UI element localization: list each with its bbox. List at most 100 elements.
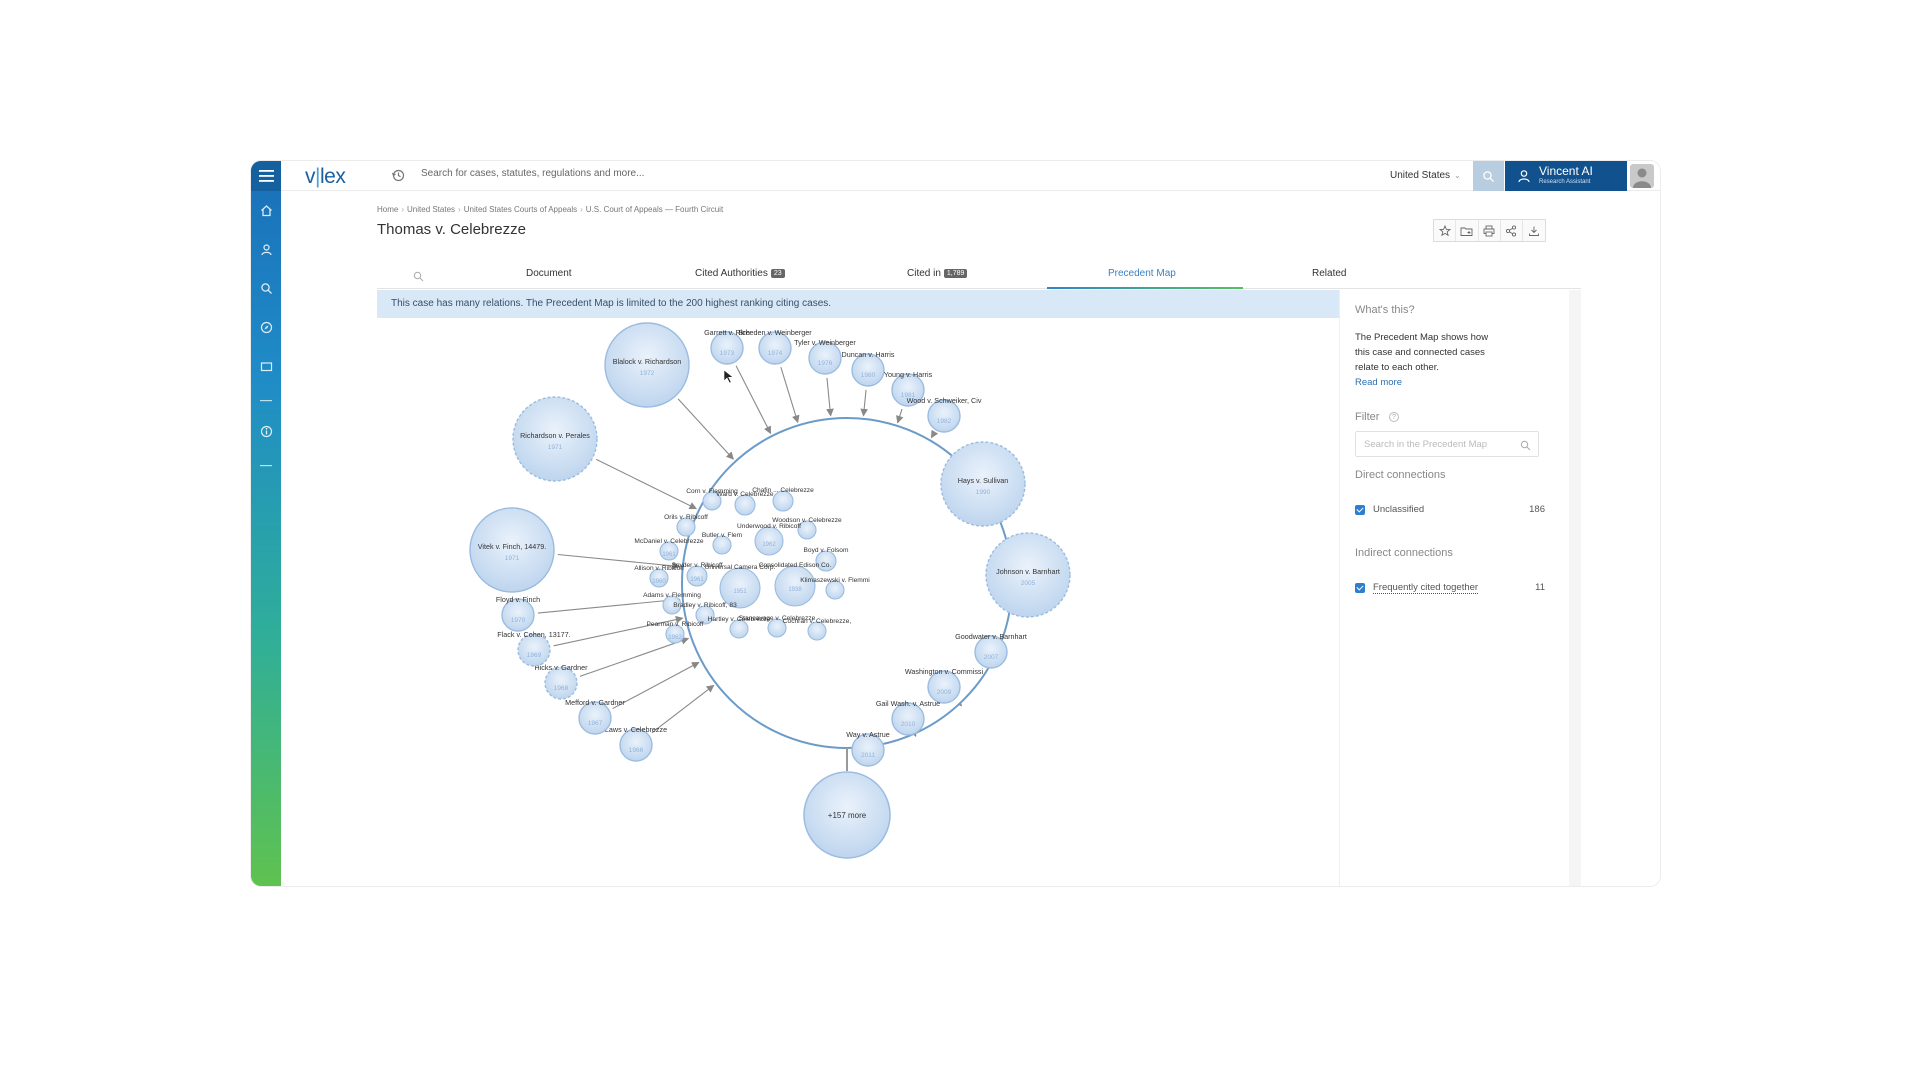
inner-case-label: Boyd v. Folsom: [804, 547, 849, 554]
top-bar: v|lex United States⌄ Vincent AI Research…: [281, 161, 1660, 191]
inner-case-year: 1951: [733, 589, 747, 595]
vincent-ai-button[interactable]: Vincent AI Research Assistant: [1505, 161, 1627, 191]
breadcrumb-item[interactable]: U.S. Court of Appeals — Fourth Circuit: [586, 205, 723, 214]
citation-edge: [612, 661, 700, 710]
tab-cited-in[interactable]: Cited in 1,789: [907, 268, 968, 279]
divider-icon: [251, 386, 281, 416]
case-node-year: 1974: [768, 350, 783, 357]
compass-icon[interactable]: [251, 312, 281, 342]
inner-case-circle[interactable]: [772, 490, 794, 512]
read-more-link[interactable]: Read more: [1355, 377, 1402, 388]
filter-label: Frequently cited together: [1373, 582, 1479, 594]
case-node-year: 1980: [861, 372, 876, 379]
help-icon[interactable]: ?: [1389, 412, 1399, 422]
filter-heading: Filter: [1355, 411, 1380, 423]
print-icon[interactable]: [1479, 220, 1501, 241]
case-node-year: 1968: [554, 685, 569, 692]
tab-label: Related: [1312, 268, 1347, 279]
breadcrumb-item[interactable]: United States: [407, 205, 455, 214]
breadcrumb-item[interactable]: United States Courts of Appeals: [464, 205, 577, 214]
case-node-label: Duncan v. Harris: [842, 350, 895, 359]
tab-document[interactable]: Document: [526, 268, 572, 279]
case-node[interactable]: Duncan v. Harris 1980: [842, 350, 895, 387]
tab-cited-authorities[interactable]: Cited Authorities 23: [695, 268, 785, 279]
inner-case-label: Klimaszewski v. Flemmi: [800, 577, 870, 584]
user-icon[interactable]: [251, 234, 281, 264]
count-badge: 23: [770, 269, 785, 278]
inner-case-label: Cochran v. Celebrezze,: [783, 618, 852, 625]
case-node[interactable]: Floyd v. Finch 1970: [496, 595, 540, 632]
case-node-year: 1971: [548, 444, 563, 451]
checkbox-checked[interactable]: [1355, 583, 1365, 593]
side-rail: [251, 161, 281, 886]
inner-case-label: Chafin ... Celebrezze: [752, 487, 814, 494]
inner-case-circle[interactable]: [734, 494, 756, 516]
vlex-logo[interactable]: v|lex: [305, 165, 346, 189]
tab-related[interactable]: Related: [1312, 268, 1346, 279]
search-icon[interactable]: [251, 273, 281, 303]
limit-notice: This case has many relations. The Preced…: [377, 290, 1339, 318]
filter-unclassified[interactable]: Unclassified 186: [1355, 503, 1545, 517]
case-node-label: Mefford v. Gardner: [565, 698, 625, 707]
page-title: Thomas v. Celebrezze: [377, 221, 526, 238]
case-node[interactable]: Wood v. Schweiker, Civ 1982: [907, 396, 982, 433]
citation-edge: [860, 389, 868, 417]
inner-case-label: Orils v. Ribicoff: [664, 514, 708, 521]
case-node-year: 1973: [720, 350, 735, 357]
inner-case-circle[interactable]: [774, 565, 816, 607]
citation-edge: [677, 398, 734, 460]
case-node[interactable]: Flack v. Cohen, 13177. 1969: [497, 630, 571, 667]
home-icon[interactable]: [251, 195, 281, 225]
case-node-label: Young v. Harris: [884, 370, 933, 379]
direct-connections-heading: Direct connections: [1355, 469, 1446, 481]
tab-precedent-map[interactable]: Precedent Map: [1108, 268, 1176, 279]
breadcrumb: Home › United States › United States Courts …: [377, 205, 724, 214]
jurisdiction-select[interactable]: United States ⌄: [1390, 170, 1461, 181]
add-to-folder-icon[interactable]: [1456, 220, 1479, 241]
case-node[interactable]: Blalock v. Richardson 1972: [604, 322, 690, 408]
share-icon[interactable]: [1501, 220, 1523, 241]
case-node-label: Breeden v. Weinberger: [738, 328, 812, 337]
case-node-year: 2009: [937, 689, 952, 696]
case-node-label: Gail Wash. v. Astrue: [876, 699, 940, 708]
scrollbar[interactable]: [1569, 290, 1581, 886]
checkbox-checked[interactable]: [1355, 505, 1365, 515]
filter-frequently-cited[interactable]: Frequently cited together 11: [1355, 581, 1545, 595]
case-node-label: Blalock v. Richardson: [613, 357, 682, 366]
citation-edge: [596, 458, 698, 510]
case-node[interactable]: Hays v. Sullivan 1990: [940, 441, 1026, 527]
case-node-label: Washington v. Commissi: [905, 667, 984, 676]
case-node-label: Floyd v. Finch: [496, 595, 540, 604]
case-node[interactable]: Johnson v. Barnhart 2005: [985, 532, 1071, 618]
case-node[interactable]: Vitek v. Finch, 14479. 1971: [469, 507, 555, 593]
case-node-label: Wood v. Schweiker, Civ: [907, 396, 982, 405]
history-icon[interactable]: [391, 168, 406, 188]
case-node-year: 1976: [818, 360, 833, 367]
inner-case-circle[interactable]: [754, 526, 784, 556]
inner-case-label: Underwood v. Ribicoff: [737, 523, 801, 530]
precedent-map-search-input[interactable]: [1355, 431, 1539, 457]
folder-icon[interactable]: [251, 351, 281, 381]
case-node[interactable]: Way v. Astrue 2011: [846, 730, 890, 767]
info-icon[interactable]: [251, 416, 281, 446]
search-icon: [1483, 170, 1494, 182]
case-node-label: Hays v. Sullivan: [958, 476, 1009, 485]
precedent-map[interactable]: Corn v. FlemmingWard v. CelebrezzeChafin…: [377, 318, 1339, 886]
case-node[interactable]: Laws v. Celebrezze 1966: [605, 725, 667, 762]
case-node-year: 1990: [976, 489, 991, 496]
download-icon[interactable]: [1523, 220, 1545, 241]
search-input[interactable]: [421, 168, 1121, 179]
star-icon[interactable]: [1434, 220, 1457, 241]
mouse-cursor-icon: [723, 369, 734, 384]
tab-label: Document: [526, 268, 572, 279]
avatar[interactable]: [1630, 164, 1654, 188]
filter-count: 186: [1529, 504, 1545, 515]
tab-search-icon[interactable]: [413, 269, 424, 287]
menu-icon[interactable]: [251, 161, 281, 191]
breadcrumb-item[interactable]: Home: [377, 205, 398, 214]
more-node[interactable]: +157 more: [803, 771, 891, 859]
filter-label: Unclassified: [1373, 504, 1425, 515]
case-node[interactable]: Richardson v. Perales 1971: [512, 396, 598, 482]
search-button[interactable]: [1473, 161, 1504, 191]
case-node[interactable]: Hicks v. Gardner1968: [535, 663, 589, 700]
